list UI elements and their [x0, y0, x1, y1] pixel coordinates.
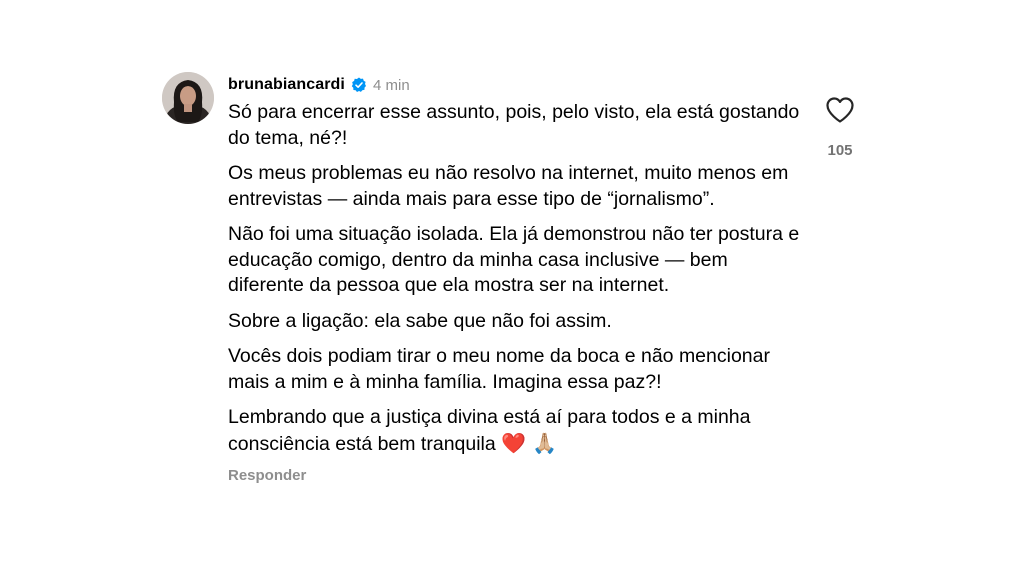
comment-paragraph: Vocês dois podiam tirar o meu nome da bo…: [228, 345, 770, 393]
username[interactable]: brunabiancardi: [228, 76, 345, 94]
like-count: 105: [827, 142, 853, 159]
comment-paragraph-text: Lembrando que a justiça divina está aí p…: [228, 406, 751, 455]
like-area: 105: [818, 96, 862, 159]
avatar[interactable]: [162, 72, 214, 124]
comment-paragraph-last: Lembrando que a justiça divina está aí p…: [228, 405, 808, 457]
timestamp: 4 min: [372, 76, 410, 94]
comment: brunabiancardi 4 min Só para encerrar es…: [162, 70, 862, 540]
comment-paragraph: Não foi uma situação isolada. Ela já dem…: [228, 223, 800, 296]
comment-body: brunabiancardi 4 min Só para encerrar es…: [228, 70, 808, 484]
verified-badge-icon: [351, 77, 367, 93]
comment-paragraph: Os meus problemas eu não resolvo na inte…: [228, 162, 789, 210]
comment-text: Só para encerrar esse assunto, pois, pel…: [228, 100, 808, 457]
comment-header: brunabiancardi 4 min: [228, 70, 808, 100]
heart-outline-icon[interactable]: [825, 96, 855, 124]
comment-paragraph: Sobre a ligação: ela sabe que não foi as…: [228, 309, 612, 332]
reply-button[interactable]: Responder: [228, 467, 808, 484]
heart-pray-emoji: ❤️ 🙏🏼: [501, 430, 558, 455]
comment-paragraph: Só para encerrar esse assunto, pois, pel…: [228, 101, 800, 149]
